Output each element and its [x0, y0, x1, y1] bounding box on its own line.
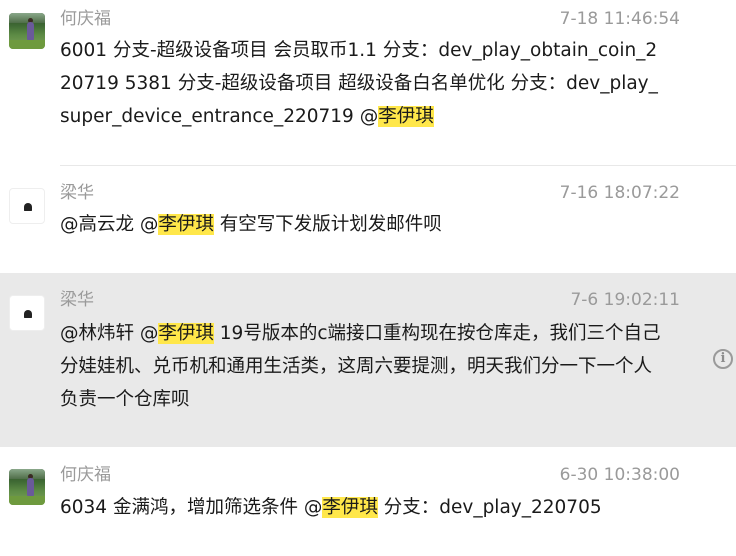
message-text: @高云龙 @ — [60, 214, 159, 235]
message-body: 6001 分支-超级设备项目 会员取币1.1 分支：dev_play_obtai… — [60, 34, 665, 133]
message-item[interactable]: 梁华 7-16 18:07:22 @高云龙 @李伊琪 有空写下发版计划发邮件呗 — [0, 166, 736, 273]
mention-highlight[interactable]: 李伊琪 — [158, 323, 214, 344]
message-item[interactable]: 何庆福 6-30 10:38:00 6034 金满鸿，增加筛选条件 @李伊琪 分… — [0, 447, 736, 556]
avatar[interactable] — [9, 469, 45, 505]
avatar[interactable] — [9, 295, 45, 331]
message-item[interactable]: 何庆福 7-18 11:46:54 6001 分支-超级设备项目 会员取币1.1… — [0, 0, 736, 166]
avatar[interactable] — [9, 188, 45, 224]
message-list: 何庆福 7-18 11:46:54 6001 分支-超级设备项目 会员取币1.1… — [0, 0, 736, 556]
mention-highlight[interactable]: 李伊琪 — [158, 214, 214, 235]
mention-highlight[interactable]: 李伊琪 — [322, 497, 378, 518]
message-text: @林炜轩 @ — [60, 323, 159, 344]
message-text: 6001 分支-超级设备项目 会员取币1.1 分支：dev_play_obtai… — [60, 40, 658, 127]
info-icon[interactable]: i — [713, 349, 733, 369]
mention-highlight[interactable]: 李伊琪 — [378, 106, 434, 127]
message-time: 7-16 18:07:22 — [559, 183, 680, 203]
message-text: 有空写下发版计划发邮件呗 — [213, 214, 442, 235]
sender-name[interactable]: 梁华 — [60, 290, 94, 310]
sender-name[interactable]: 何庆福 — [60, 9, 111, 29]
message-body: @高云龙 @李伊琪 有空写下发版计划发邮件呗 — [60, 208, 665, 241]
sender-name[interactable]: 何庆福 — [60, 465, 111, 485]
avatar[interactable] — [9, 13, 45, 49]
message-body: 6034 金满鸿，增加筛选条件 @李伊琪 分支：dev_play_220705 — [60, 491, 665, 524]
message-time: 6-30 10:38:00 — [559, 465, 680, 485]
message-body: @林炜轩 @李伊琪 19号版本的c端接口重构现在按仓库走，我们三个自己分娃娃机、… — [60, 317, 665, 416]
sender-name[interactable]: 梁华 — [60, 183, 94, 203]
message-time: 7-18 11:46:54 — [559, 9, 680, 29]
message-text: 6034 金满鸿，增加筛选条件 @ — [60, 497, 323, 518]
message-time: 7-6 19:02:11 — [570, 290, 680, 310]
message-text: 分支：dev_play_220705 — [377, 497, 602, 518]
message-item[interactable]: 梁华 7-6 19:02:11 @林炜轩 @李伊琪 19号版本的c端接口重构现在… — [0, 273, 736, 447]
